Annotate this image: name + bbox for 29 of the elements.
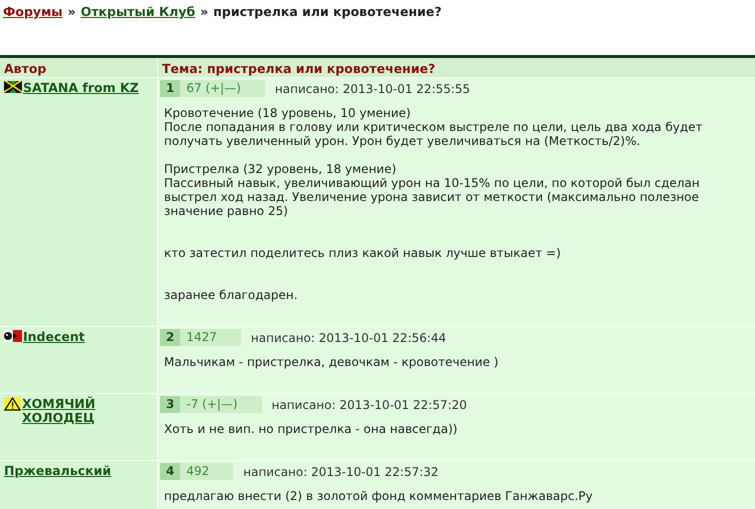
post-rating: 1427 xyxy=(180,329,241,346)
author-link[interactable]: SATANA from KZ xyxy=(23,81,139,95)
post-text: предлагаю внести (2) в золотой фонд комментариев Ганжаварс.Ру xyxy=(163,488,594,503)
breadcrumb-separator: » xyxy=(200,4,208,19)
post-date: написано: 2013-10-01 22:56:44 xyxy=(250,330,446,344)
warning-icon xyxy=(4,397,21,411)
post-text: Кровотечение (18 уровень, 10 умение) После попадания в голову или критическом выстреле по цели, цель два хода будет получать увеличенный урон. Урон будет увеличиваться на (Меткость/2)%. Пристрелка (32 уровень, 18 умение) Пассивный навык, увеличивающий урон на 10-15% по цели, по которой был сделан выстрел ход назад. Увеличение урона зависит от меткости (максимально полезное значение равно 25) кто затестил поделитесь плиз какой навык лучше втыкает =) заранее благодарен. xyxy=(163,105,704,302)
breadcrumb-link[interactable]: Открытый Клуб xyxy=(80,4,196,19)
author-link[interactable]: Пржевальский xyxy=(4,464,112,478)
post-number: 4 xyxy=(160,463,180,480)
post-number: 3 xyxy=(160,396,180,413)
breadcrumb-link[interactable]: Форумы xyxy=(3,4,63,19)
post-text: Хоть и не вип. но пристрелка - она навсегда)) xyxy=(163,421,458,436)
page-title: пристрелка или кровотечение? xyxy=(213,4,442,19)
post-date: написано: 2013-10-01 22:57:32 xyxy=(243,464,439,478)
post-rating: 492 xyxy=(180,463,234,480)
post-date: написано: 2013-10-01 22:57:20 xyxy=(272,398,467,412)
post-date: написано: 2013-10-01 22:55:55 xyxy=(274,82,470,96)
flag-icon xyxy=(4,81,22,93)
author-link[interactable]: Indecent xyxy=(23,330,85,344)
author-link[interactable]: ХОМЯЧИЙ ХОЛОДЕЦ xyxy=(22,397,153,425)
post-number: 2 xyxy=(160,329,180,346)
column-header: Тема: пристрелка или кровотечение? xyxy=(158,58,755,77)
post-text: Мальчикам - пристрелка, девочкам - кровотечение ) xyxy=(163,354,500,369)
post-rating: -7 (+|—) xyxy=(180,396,262,413)
post-rating: 67 (+|—) xyxy=(180,80,265,97)
post-number: 1 xyxy=(160,80,180,97)
breadcrumb-separator: » xyxy=(68,4,76,19)
column-header: Автор xyxy=(0,58,157,77)
